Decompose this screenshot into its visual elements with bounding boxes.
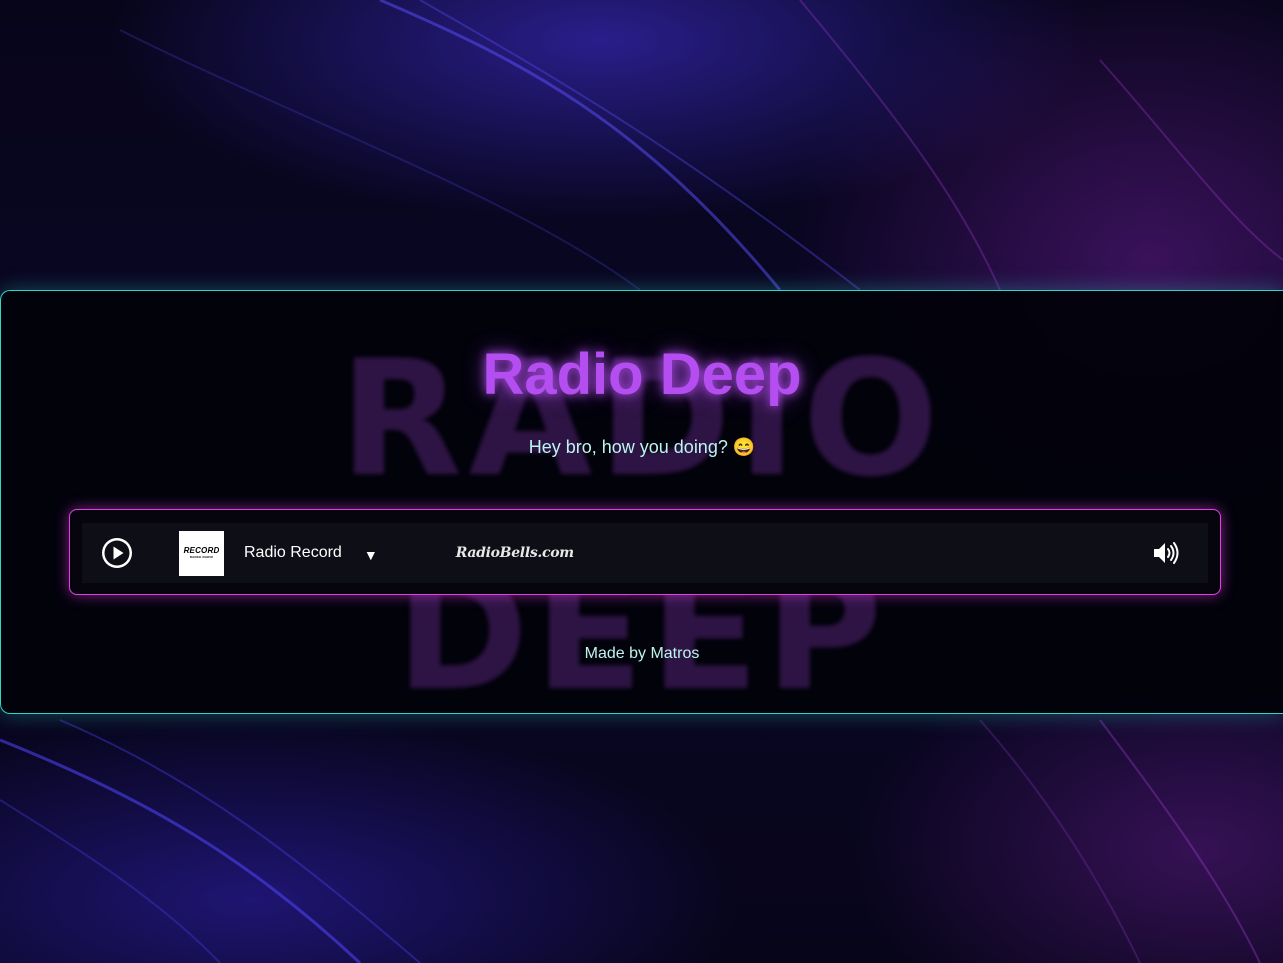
station-dropdown-icon[interactable]: ▼ — [364, 547, 378, 563]
main-panel: RADIO DEEP Radio Deep Hey bro, how you d… — [0, 290, 1283, 714]
radio-player-frame: RECORD DANCE RADIO Radio Record ▼ RadioB… — [69, 509, 1221, 595]
station-logo-subtext: DANCE RADIO — [189, 555, 214, 559]
page-subtitle: Hey bro, how you doing? 😄 — [1, 437, 1283, 458]
radio-player: RECORD DANCE RADIO Radio Record ▼ RadioB… — [82, 523, 1208, 583]
grinning-emoji: 😄 — [732, 437, 756, 457]
station-name: Radio Record — [244, 544, 342, 561]
radiobells-link[interactable]: RadioBells.com — [456, 545, 574, 561]
footer-credit: Made by Matros — [584, 645, 700, 662]
page-title: Radio Deep — [482, 342, 802, 407]
subtitle-text: Hey bro, how you doing? — [528, 437, 728, 457]
volume-icon[interactable] — [1152, 540, 1180, 566]
station-logo: RECORD DANCE RADIO — [179, 530, 224, 576]
station-logo-text: RECORD — [183, 546, 220, 555]
play-icon[interactable] — [101, 537, 133, 569]
